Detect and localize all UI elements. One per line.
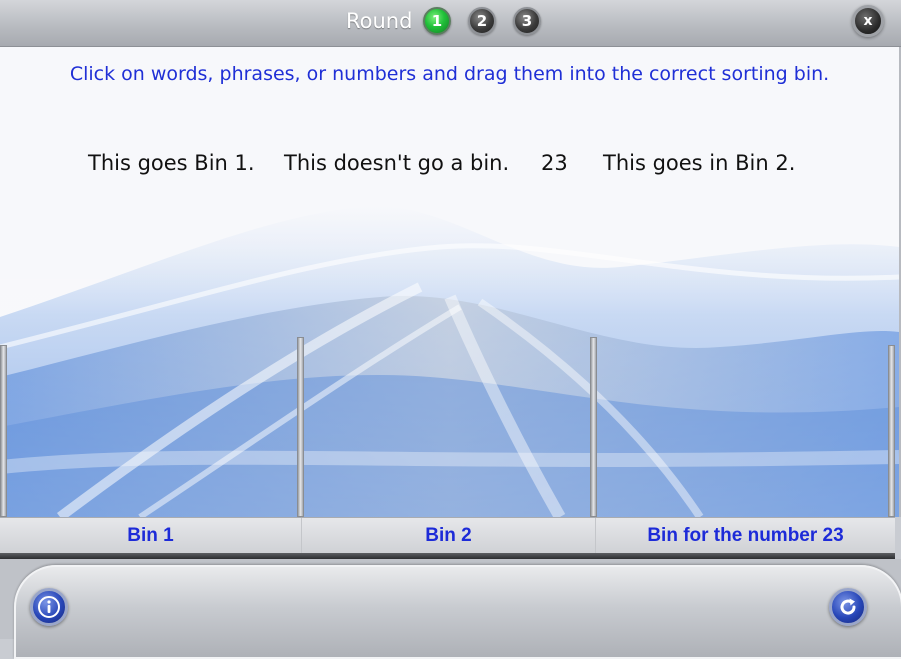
footer-panel bbox=[14, 565, 901, 659]
draggable-item-no-bin[interactable]: This doesn't go a bin. bbox=[284, 151, 509, 175]
info-icon bbox=[38, 596, 60, 618]
draggable-item-bin2[interactable]: This goes in Bin 2. bbox=[603, 151, 795, 175]
bin-2-label[interactable]: Bin 2 bbox=[301, 518, 595, 554]
background-waves bbox=[0, 197, 899, 517]
close-button[interactable]: x bbox=[852, 5, 884, 37]
draggable-item-number[interactable]: 23 bbox=[541, 151, 568, 175]
info-button[interactable] bbox=[30, 588, 68, 626]
instruction-text: Click on words, phrases, or numbers and … bbox=[69, 63, 830, 85]
draggable-item-bin1[interactable]: This goes Bin 1. bbox=[88, 151, 255, 175]
bin-divider-right bbox=[888, 345, 895, 517]
round-3-button[interactable]: 3 bbox=[513, 7, 541, 35]
bin-divider-left bbox=[0, 345, 7, 517]
bin-divider-1 bbox=[297, 337, 304, 517]
bin-3-label[interactable]: Bin for the number 23 bbox=[595, 518, 895, 554]
footer bbox=[0, 559, 901, 659]
round-2-button[interactable]: 2 bbox=[468, 7, 496, 35]
sorting-area: Click on words, phrases, or numbers and … bbox=[0, 47, 901, 517]
bin-1-label[interactable]: Bin 1 bbox=[0, 518, 301, 554]
refresh-icon bbox=[840, 598, 856, 615]
bin-label-bar: Bin 1 Bin 2 Bin for the number 23 bbox=[0, 517, 895, 554]
bin-divider-2 bbox=[590, 337, 597, 517]
refresh-button[interactable] bbox=[829, 588, 867, 626]
round-label: Round bbox=[346, 9, 413, 33]
title-bar: Round 1 2 3 x bbox=[0, 0, 901, 47]
round-1-button[interactable]: 1 bbox=[423, 7, 451, 35]
